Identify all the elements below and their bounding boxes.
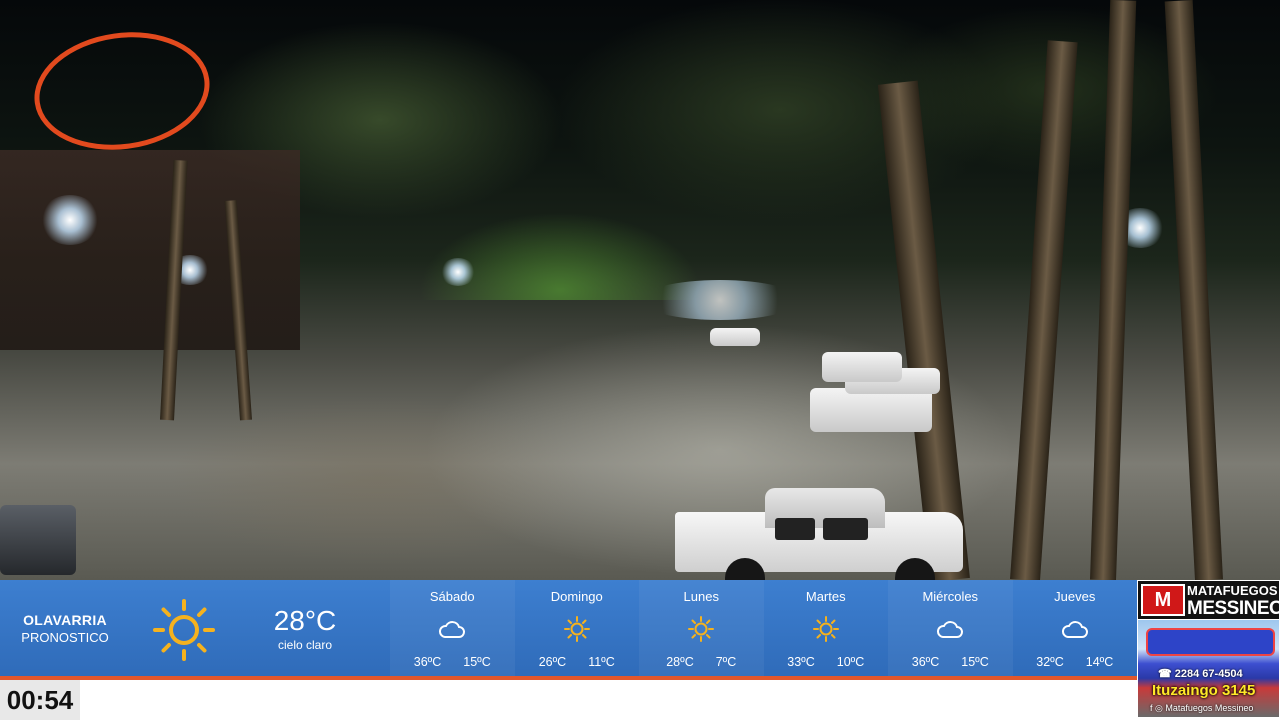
day-min: 11ºC <box>588 655 615 669</box>
parked-car <box>0 505 76 575</box>
forecast-day: Lunes 28ºC 7ºC <box>639 580 764 677</box>
forecast-days: Sábado 36ºC 15ºC Domingo 26ºC 11ºC Lunes 2… <box>390 580 1137 677</box>
day-max: 28ºC <box>666 655 694 669</box>
day-min: 10ºC <box>836 655 865 669</box>
ad-social: f ◎ Matafuegos Messineo <box>1150 703 1254 713</box>
building-left <box>0 150 300 350</box>
day-max: 36ºC <box>911 655 940 669</box>
street-light <box>440 258 476 286</box>
day-max: 26ºC <box>538 655 567 669</box>
distant-lights <box>640 280 800 320</box>
cloud-icon <box>1061 621 1088 638</box>
sun-icon <box>812 616 839 642</box>
ad-phone: ☎ 2284 67-4504 <box>1158 668 1243 680</box>
bottom-bar <box>0 680 1137 720</box>
forecast-day: Sábado 36ºC 15ºC <box>390 580 515 677</box>
ad-address: Ituzaingo 3145 <box>1152 682 1256 699</box>
pickup-truck <box>675 488 963 580</box>
brand-logo: M <box>1141 584 1185 616</box>
cloud-icon <box>439 621 466 638</box>
day-name: Miércoles <box>922 589 979 604</box>
day-max: 36ºC <box>413 655 442 669</box>
forecast-day: Domingo 26ºC 11ºC <box>515 580 640 677</box>
ad-header: M MATAFUEGOS MESSINEO <box>1138 581 1280 619</box>
forecast-day: Martes 33ºC 10ºC <box>764 580 889 677</box>
current-description: cielo claro <box>277 637 333 652</box>
sun-icon <box>153 599 215 661</box>
day-name: Lunes <box>683 589 719 604</box>
location-block: OLAVARRIA PRONOSTICO <box>0 580 130 677</box>
day-min: 15ºC <box>463 655 491 669</box>
weather-bar: OLAVARRIA PRONOSTICO 28°C cielo claro Sá… <box>0 580 1137 677</box>
day-name: Jueves <box>1054 589 1096 604</box>
ad-brand-line1: MATAFUEGOS <box>1187 583 1278 598</box>
day-min: 7ºC <box>715 655 737 669</box>
sponsor-ad[interactable]: M MATAFUEGOS MESSINEO ☎ 2284 67-4504 Itu… <box>1137 580 1280 720</box>
parked-car <box>810 388 932 432</box>
day-min: 15ºC <box>961 655 989 669</box>
day-name: Martes <box>805 589 846 604</box>
day-min: 14ºC <box>1085 655 1114 669</box>
ad-brand-line2: MESSINEO <box>1187 598 1280 619</box>
forecast-day: Miércoles 36ºC 15ºC <box>888 580 1013 677</box>
parked-car <box>710 328 760 346</box>
forecast-day: Jueves 32ºC 14ºC <box>1013 580 1138 677</box>
forecast-label: PRONOSTICO <box>21 630 109 645</box>
parked-car <box>822 352 902 382</box>
cloud-icon <box>937 621 964 638</box>
sun-icon <box>688 616 715 642</box>
clock: 00:54 <box>0 680 80 720</box>
storefront-photo: ☎ 2284 67-4504 Ituzaingo 3145 f ◎ Matafu… <box>1138 620 1279 717</box>
day-name: Domingo <box>550 589 603 604</box>
sun-icon <box>563 616 590 642</box>
day-name: Sábado <box>429 589 475 604</box>
current-conditions: 28°C cielo claro <box>262 580 348 677</box>
city-name: OLAVARRIA <box>23 612 107 628</box>
camera-feed <box>0 0 1280 580</box>
store-sign <box>1146 628 1275 656</box>
current-temperature: 28°C <box>273 604 337 636</box>
day-max: 32ºC <box>1036 655 1064 669</box>
day-max: 33ºC <box>787 655 815 669</box>
street-light <box>40 195 100 245</box>
